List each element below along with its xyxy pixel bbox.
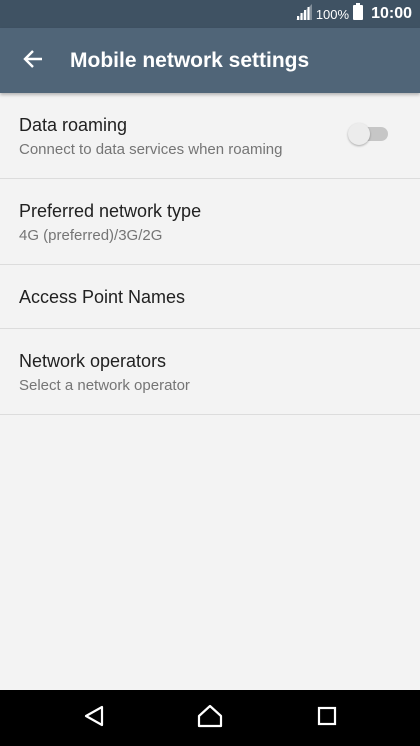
clock: 10:00 bbox=[371, 5, 412, 22]
battery-percentage: 100% bbox=[315, 6, 350, 22]
setting-access-point-names[interactable]: Access Point Names bbox=[0, 265, 420, 329]
nav-back-button[interactable] bbox=[76, 700, 112, 736]
data-roaming-toggle[interactable] bbox=[348, 123, 388, 145]
settings-list: Data roaming Connect to data services wh… bbox=[0, 93, 420, 415]
setting-title: Data roaming bbox=[19, 115, 128, 135]
toggle-thumb bbox=[348, 123, 370, 145]
setting-subtitle: 4G (preferred)/3G/2G bbox=[19, 227, 163, 244]
setting-title: Preferred network type bbox=[19, 201, 202, 221]
status-indicators: 100% 10:00 bbox=[295, 0, 412, 28]
recents-square-icon bbox=[317, 706, 337, 731]
app-bar: Mobile network settings bbox=[0, 28, 420, 93]
setting-subtitle: Select a network operator bbox=[19, 377, 190, 394]
setting-title: Network operators bbox=[19, 351, 167, 371]
setting-title: Access Point Names bbox=[19, 287, 186, 307]
setting-network-operators[interactable]: Network operators Select a network opera… bbox=[0, 329, 420, 415]
back-triangle-icon bbox=[83, 704, 105, 733]
status-bar: 100% 10:00 bbox=[0, 0, 420, 28]
nav-recents-button[interactable] bbox=[309, 700, 345, 736]
home-icon bbox=[197, 704, 223, 733]
nav-home-button[interactable] bbox=[192, 700, 228, 736]
page-title: Mobile network settings bbox=[70, 49, 310, 72]
setting-subtitle: Connect to data services when roaming bbox=[19, 141, 283, 158]
navigation-bar bbox=[0, 690, 420, 746]
battery-icon bbox=[353, 3, 364, 25]
setting-data-roaming[interactable]: Data roaming Connect to data services wh… bbox=[0, 93, 420, 179]
arrow-left-icon bbox=[22, 48, 44, 75]
signal-icon bbox=[295, 3, 312, 25]
setting-preferred-network-type[interactable]: Preferred network type 4G (preferred)/3G… bbox=[0, 179, 420, 265]
back-button[interactable] bbox=[14, 42, 52, 80]
